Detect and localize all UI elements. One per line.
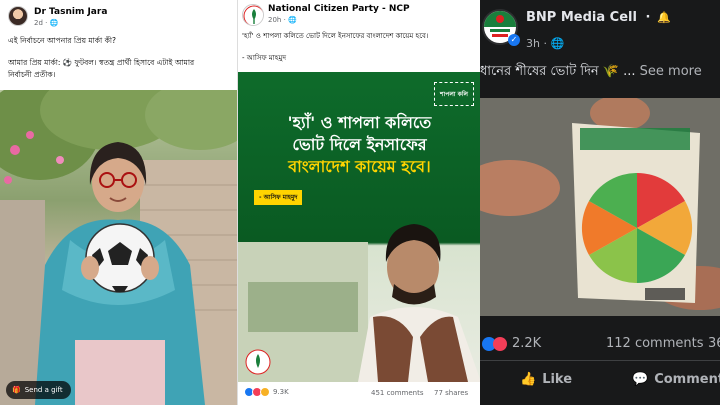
post-quote-text: 'হ্যাঁ' ও শাপলা কলিতে ভোট দিলে ইনসাফের ব… — [242, 32, 429, 40]
poster-line3: বাংলাদেশ কায়েম হবে। — [288, 157, 431, 176]
see-more-link[interactable]: See more — [640, 64, 702, 79]
globe-icon: 🌐 — [550, 37, 565, 50]
dot-separator: · — [645, 10, 651, 25]
like-label: Like — [542, 372, 573, 387]
share-count[interactable]: 77 shares — [434, 389, 468, 397]
actions-divider — [480, 360, 720, 361]
reaction-summary[interactable]: 9.3K — [244, 387, 289, 397]
post-bnp-media-cell: ✓ BNP Media Cell · 🔔 3h · 🌐 ধানের শীষের … — [480, 0, 720, 405]
post-attribution: - আসিফ মাহমুদ — [242, 54, 287, 62]
author-name[interactable]: National Citizen Party - NCP — [268, 4, 410, 14]
post-time: 20h · 🌐 — [268, 16, 297, 24]
comment-count[interactable]: 451 comments — [371, 389, 424, 397]
post-text-line1: এই নির্বাচনে আপনার প্রিয় মার্কা কী? — [8, 36, 116, 45]
author-name-text: BNP Media Cell — [526, 10, 637, 25]
thumbs-up-icon: 👍 — [520, 372, 537, 387]
comment-bubble-icon: 💬 — [632, 372, 649, 387]
post-time-text: 3h · — [526, 37, 551, 50]
reaction-count: 2.2K — [512, 336, 542, 351]
haha-reaction-icon — [260, 387, 270, 397]
comment-count[interactable]: 112 comments — [606, 336, 703, 351]
author-avatar[interactable] — [8, 6, 28, 26]
verified-badge-icon: ✓ — [508, 34, 520, 46]
photo-illustration — [480, 98, 720, 316]
post-tasnim-jara: Dr Tasnim Jara 2d · 🌐 এই নির্বাচনে আপনার… — [0, 0, 237, 405]
post-ncp: National Citizen Party - NCP 20h · 🌐 'হ্… — [237, 0, 480, 405]
post-text-line3: নির্বাচনী প্রতীক। — [8, 70, 56, 79]
comment-label: Comment — [654, 372, 720, 387]
post-time-text: 2d · — [34, 19, 50, 27]
poster-illustration — [238, 224, 480, 382]
globe-icon: 🌐 — [288, 16, 297, 24]
author-name[interactable]: Dr Tasnim Jara — [34, 7, 107, 17]
post-text-line2: আমার প্রিয় মার্কা: ⚽ ফুটবল। স্বতন্ত্র প… — [8, 58, 195, 67]
reaction-summary[interactable]: 2.2K — [482, 336, 541, 351]
gift-icon: 🎁 — [12, 386, 21, 394]
love-reaction-icon — [493, 336, 507, 351]
author-avatar[interactable] — [242, 4, 264, 26]
comment-button[interactable]: 💬 Comment — [632, 372, 720, 387]
poster-badge: শাপলা কলি — [434, 82, 474, 106]
like-button[interactable]: 👍 Like — [520, 372, 572, 387]
send-gift-label: Send a gift — [24, 386, 63, 394]
reaction-count: 9.3K — [273, 388, 289, 396]
post-photo[interactable] — [480, 98, 720, 316]
author-name[interactable]: BNP Media Cell · 🔔 — [526, 10, 671, 25]
post-text: ধানের শীষের ভোট দিন 🌾 ... See more — [480, 62, 702, 83]
bell-icon[interactable]: 🔔 — [657, 11, 671, 24]
post-time-text: 20h · — [268, 16, 289, 24]
send-gift-button[interactable]: 🎁 Send a gift — [6, 381, 71, 399]
post-poster-image[interactable]: শাপলা কলি 'হ্যাঁ' ও শাপলা কলিতে ভোট দিলে… — [238, 72, 480, 382]
post-time: 2d · 🌐 — [34, 19, 58, 27]
share-count[interactable]: 36 — [708, 336, 720, 351]
post-text-content: ধানের শীষের ভোট দিন 🌾 ... — [480, 64, 636, 79]
ncp-logo-icon — [243, 5, 263, 25]
globe-icon: 🌐 — [49, 19, 59, 27]
photo-illustration — [0, 90, 237, 405]
post-photo[interactable] — [0, 90, 237, 405]
post-time: 3h · 🌐 — [526, 37, 564, 50]
